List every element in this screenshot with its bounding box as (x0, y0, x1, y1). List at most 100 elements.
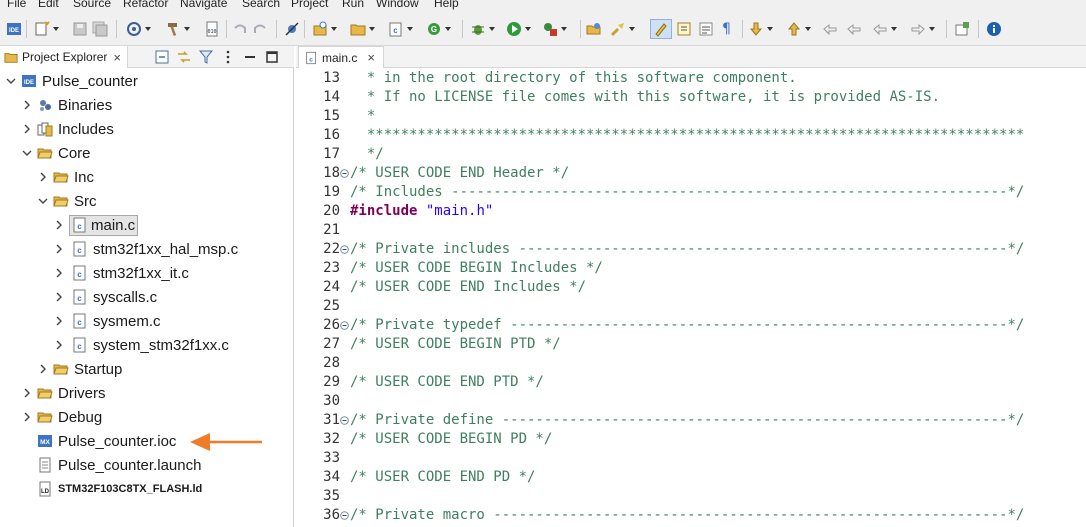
toggle-block-button[interactable] (676, 20, 692, 38)
back-history-button[interactable] (872, 20, 897, 38)
tree-item-ioc[interactable]: MX Pulse_counter.ioc (22, 429, 176, 453)
skip-breakpoints-button[interactable] (284, 20, 300, 38)
menu-search[interactable]: Search (242, 0, 280, 12)
tree-item-src[interactable]: Src (38, 189, 97, 213)
tree-item-includes[interactable]: Includes (22, 117, 114, 141)
code-line[interactable]: 20 #include "main.h" (296, 202, 1086, 221)
show-whitespace-button[interactable]: ¶ (722, 20, 731, 38)
new-folder-button[interactable] (350, 20, 375, 38)
run-button[interactable] (506, 20, 531, 38)
close-icon[interactable]: × (367, 50, 375, 65)
tree-item-project[interactable]: IDE Pulse_counter (6, 69, 138, 93)
fold-toggle-icon[interactable] (340, 511, 349, 520)
chevron-down-icon[interactable] (6, 76, 16, 86)
chevron-right-icon[interactable] (54, 340, 64, 350)
code-line[interactable]: 13 * in the root directory of this softw… (296, 69, 1086, 88)
save-button[interactable] (72, 20, 88, 38)
tab-main-c[interactable]: c main.c × (298, 46, 384, 68)
undo-button[interactable] (232, 20, 248, 38)
previous-annotation-button[interactable] (786, 20, 811, 38)
code-line[interactable]: 14 * If no LICENSE file comes with this … (296, 88, 1086, 107)
filter-icon[interactable] (198, 49, 214, 65)
menu-project[interactable]: Project (291, 0, 328, 12)
tree-item-it[interactable]: c stm32f1xx_it.c (54, 261, 189, 285)
external-tools-button[interactable] (542, 20, 567, 38)
chevron-down-icon[interactable] (22, 148, 32, 158)
tree-item-syscalls[interactable]: c syscalls.c (54, 285, 157, 309)
code-line[interactable]: 34 /* USER CODE END PD */ (296, 468, 1086, 487)
new-class-button[interactable]: G (426, 20, 451, 38)
code-line[interactable]: 16 *************************************… (296, 126, 1086, 145)
chevron-right-icon[interactable] (54, 268, 64, 278)
code-line[interactable]: 18 /* USER CODE END Header */ (296, 164, 1086, 183)
chevron-right-icon[interactable] (22, 124, 32, 134)
binary-button[interactable]: 010 (204, 20, 220, 38)
chevron-down-icon[interactable] (38, 196, 48, 206)
mark-occurrences-button[interactable] (650, 19, 672, 39)
redo-button[interactable] (252, 20, 268, 38)
last-edit-button[interactable] (822, 20, 838, 38)
new-button[interactable] (34, 20, 59, 38)
code-line[interactable]: 30 (296, 392, 1086, 411)
close-icon[interactable]: × (113, 50, 121, 65)
chevron-right-icon[interactable] (22, 388, 32, 398)
chevron-right-icon[interactable] (22, 412, 32, 422)
toggle-word-wrap-button[interactable] (698, 20, 714, 38)
code-line[interactable]: 15 * (296, 107, 1086, 126)
code-line[interactable]: 26 /* Private typedef -------------------… (296, 316, 1086, 335)
tree-item-sysmem[interactable]: c sysmem.c (54, 309, 161, 333)
search-button[interactable] (610, 20, 635, 38)
tree-item-startup[interactable]: Startup (38, 357, 122, 381)
minimize-icon[interactable] (242, 49, 258, 65)
code-line[interactable]: 27 /* USER CODE BEGIN PTD */ (296, 335, 1086, 354)
tree-item-core[interactable]: Core (22, 141, 91, 165)
ide-perspective-button[interactable]: IDE (6, 20, 22, 38)
tree-item-system[interactable]: c system_stm32f1xx.c (54, 333, 229, 357)
menu-edit[interactable]: Edit (38, 0, 59, 12)
open-perspective-button[interactable] (954, 20, 970, 38)
code-line[interactable]: 29 /* USER CODE END PTD */ (296, 373, 1086, 392)
tree-item-main-c[interactable]: c main.c (54, 213, 139, 237)
build-target-button[interactable] (126, 20, 151, 38)
code-line[interactable]: 23 /* USER CODE BEGIN Includes */ (296, 259, 1086, 278)
link-with-editor-icon[interactable] (176, 49, 192, 65)
menu-source[interactable]: Source (73, 0, 111, 12)
tree-item-inc[interactable]: Inc (38, 165, 94, 189)
info-button[interactable] (986, 20, 1002, 38)
next-annotation-button[interactable] (748, 20, 773, 38)
chevron-right-icon[interactable] (54, 220, 64, 230)
fold-toggle-icon[interactable] (340, 169, 349, 178)
menu-run[interactable]: Run (342, 0, 364, 12)
open-type-button[interactable] (586, 20, 602, 38)
menu-refactor[interactable]: Refactor (123, 0, 168, 12)
fold-toggle-icon[interactable] (340, 245, 349, 254)
back-button[interactable] (846, 20, 862, 38)
collapse-all-icon[interactable] (154, 49, 170, 65)
debug-button[interactable] (470, 20, 495, 38)
code-line[interactable]: 33 (296, 449, 1086, 468)
forward-button[interactable] (910, 20, 935, 38)
chevron-right-icon[interactable] (38, 172, 48, 182)
chevron-right-icon[interactable] (54, 292, 64, 302)
code-line[interactable]: 28 (296, 354, 1086, 373)
tree-item-hal-msp[interactable]: c stm32f1xx_hal_msp.c (54, 237, 238, 261)
code-line[interactable]: 24 /* USER CODE END Includes */ (296, 278, 1086, 297)
code-line[interactable]: 21 (296, 221, 1086, 240)
save-all-button[interactable] (92, 20, 108, 38)
selected-item[interactable]: c main.c (69, 214, 139, 236)
tree-item-ld[interactable]: LD STM32F103C8TX_FLASH.ld (22, 477, 202, 501)
code-line[interactable]: 35 (296, 487, 1086, 506)
code-line[interactable]: 25 (296, 297, 1086, 316)
code-line[interactable]: 19 /* Includes --------------------------… (296, 183, 1086, 202)
code-line[interactable]: 31 /* Private define --------------------… (296, 411, 1086, 430)
code-line[interactable]: 32 /* USER CODE BEGIN PD */ (296, 430, 1086, 449)
code-line[interactable]: 22 /* Private includes ------------------… (296, 240, 1086, 259)
menu-window[interactable]: Window (376, 0, 419, 12)
view-menu-icon[interactable] (220, 49, 236, 65)
tree-item-drivers[interactable]: Drivers (22, 381, 106, 405)
fold-toggle-icon[interactable] (340, 416, 349, 425)
new-source-button[interactable]: c (388, 20, 413, 38)
code-line[interactable]: 36 /* Private macro ---------------------… (296, 506, 1086, 525)
new-project-button[interactable] (312, 20, 337, 38)
tree-item-launch[interactable]: Pulse_counter.launch (22, 453, 201, 477)
